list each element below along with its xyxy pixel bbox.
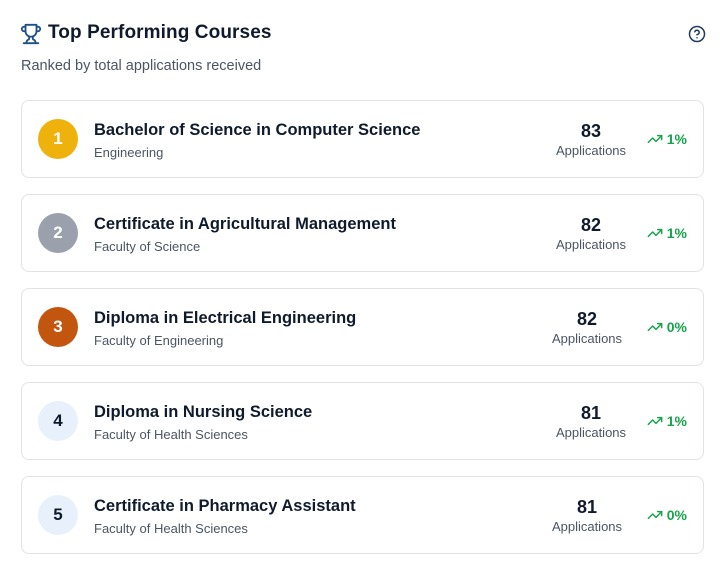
trending-up-icon (647, 510, 663, 520)
panel-subtitle: Ranked by total applications received (21, 58, 262, 74)
course-name: Diploma in Electrical Engineering (94, 309, 357, 327)
rank-badge: 2 (38, 213, 78, 253)
applications-count: 81 (576, 497, 598, 517)
course-card[interactable]: 2 Certificate in Agricultural Management… (21, 194, 704, 272)
course-card[interactable]: 3 Diploma in Electrical Engineering Facu… (21, 288, 704, 366)
panel-header: Top Performing Courses (20, 20, 706, 50)
course-card[interactable]: 5 Certificate in Pharmacy Assistant Facu… (21, 476, 704, 554)
trend-indicator: 0% (647, 507, 687, 523)
applications-count: 81 (580, 403, 602, 423)
course-name: Certificate in Agricultural Management (94, 215, 396, 233)
course-name: Bachelor of Science in Computer Science (94, 121, 421, 139)
trend-indicator: 0% (647, 319, 687, 335)
trending-up-icon (647, 134, 663, 144)
trend-value: 1% (666, 225, 687, 241)
help-circle-icon[interactable] (688, 25, 706, 43)
trend-value: 1% (666, 131, 687, 147)
trending-up-icon (647, 228, 663, 238)
course-faculty: Faculty of Engineering (94, 333, 224, 348)
applications-count: 82 (580, 215, 602, 235)
top-courses-panel: Top Performing Courses Ranked by total a… (0, 0, 722, 571)
trend-value: 0% (666, 507, 687, 523)
rank-badge: 3 (38, 307, 78, 347)
course-faculty: Faculty of Health Sciences (94, 427, 248, 442)
applications-label: Applications (551, 331, 623, 346)
rank-badge: 4 (38, 401, 78, 441)
trend-indicator: 1% (647, 131, 687, 147)
trend-value: 0% (666, 319, 687, 335)
applications-stat: 83 Applications (541, 120, 641, 160)
course-faculty: Engineering (94, 145, 164, 160)
course-faculty: Faculty of Health Sciences (94, 521, 248, 536)
applications-stat: 81 Applications (541, 402, 641, 442)
course-faculty: Faculty of Science (94, 239, 201, 254)
trending-up-icon (647, 416, 663, 426)
applications-label: Applications (555, 425, 627, 440)
panel-title: Top Performing Courses (48, 22, 272, 43)
applications-label: Applications (551, 519, 623, 534)
trend-indicator: 1% (647, 225, 687, 241)
applications-stat: 81 Applications (537, 496, 637, 536)
course-list: 1 Bachelor of Science in Computer Scienc… (21, 100, 704, 570)
course-name: Diploma in Nursing Science (94, 403, 313, 421)
course-card[interactable]: 4 Diploma in Nursing Science Faculty of … (21, 382, 704, 460)
trend-indicator: 1% (647, 413, 687, 429)
trending-up-icon (647, 322, 663, 332)
applications-count: 82 (576, 309, 598, 329)
applications-count: 83 (580, 121, 602, 141)
rank-badge: 1 (38, 119, 78, 159)
applications-stat: 82 Applications (541, 214, 641, 254)
trophy-icon (20, 23, 42, 45)
applications-stat: 82 Applications (537, 308, 637, 348)
applications-label: Applications (555, 237, 627, 252)
rank-badge: 5 (38, 495, 78, 535)
trend-value: 1% (666, 413, 687, 429)
course-card[interactable]: 1 Bachelor of Science in Computer Scienc… (21, 100, 704, 178)
applications-label: Applications (555, 143, 627, 158)
course-name: Certificate in Pharmacy Assistant (94, 497, 356, 515)
